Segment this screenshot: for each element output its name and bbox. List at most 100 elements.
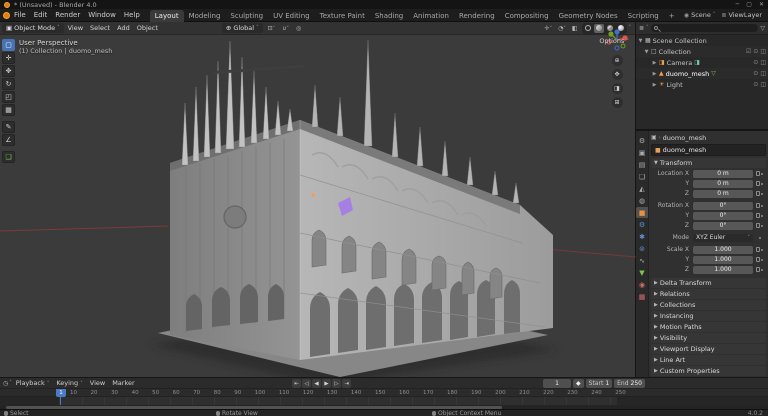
panel-line-art[interactable]: ▶Line Art (651, 355, 766, 365)
rotation-x-field[interactable]: 0° (693, 202, 753, 210)
perspective-toggle-icon[interactable]: ⊞ (612, 97, 623, 108)
output-tab-icon[interactable]: ▤ (636, 159, 648, 170)
object-name-field[interactable]: ■ duomo_mesh (651, 144, 766, 156)
timeline-menu-playback[interactable]: Playback ˅ (13, 379, 53, 387)
disclosure-icon[interactable]: ▶ (652, 82, 657, 88)
animate-dot-icon[interactable] (761, 215, 763, 217)
panel-delta-transform[interactable]: ▶Delta Transform (651, 278, 766, 288)
object-data-tab-icon[interactable]: ▼ (636, 267, 648, 278)
next-keyframe-button[interactable]: ▷ (332, 379, 341, 388)
timeline-track-area[interactable] (0, 397, 768, 405)
tab-uv-editing[interactable]: UV Editing (268, 10, 315, 22)
camera-view-icon[interactable]: ◨ (612, 83, 623, 94)
lock-icon[interactable] (756, 267, 760, 272)
play-button[interactable]: ▶ (322, 379, 331, 388)
particles-tab-icon[interactable]: ✱ (636, 231, 648, 242)
lock-icon[interactable] (756, 213, 760, 218)
jump-to-start-button[interactable]: ⇤ (292, 379, 301, 388)
add-cube-tool[interactable]: ❑ (2, 151, 15, 163)
scale-y-field[interactable]: 1.000 (693, 256, 753, 264)
disclosure-icon[interactable]: ▶ (652, 60, 657, 66)
frame-start-field[interactable]: Start1 (586, 379, 613, 388)
select-box-tool[interactable]: ▢ (2, 39, 15, 51)
close-button[interactable]: ✕ (759, 1, 764, 8)
show-overlays-toggle[interactable]: ◔˅ (556, 24, 568, 33)
scene-tab-icon[interactable]: ◭ (636, 183, 648, 194)
outliner-row-scene-collection[interactable]: ▼ ▦ Scene Collection (636, 35, 768, 46)
scale-x-field[interactable]: 1.000 (693, 246, 753, 254)
rotate-tool[interactable]: ↻ (2, 78, 15, 90)
scale-z-field[interactable]: 1.000 (693, 266, 753, 274)
tool-options-dropdown[interactable]: Options ˅ (599, 37, 629, 45)
hide-eye-icon[interactable]: ⊙ (753, 81, 758, 88)
tab-add-workspace[interactable]: + (664, 10, 680, 22)
minimize-button[interactable]: ─ (736, 1, 740, 8)
disclosure-icon[interactable]: ▼ (638, 38, 643, 44)
menu-file[interactable]: File (10, 10, 30, 20)
animate-dot-icon[interactable] (761, 183, 763, 185)
outliner-row-duomo-mesh[interactable]: ▶ ▲ duomo_mesh ▽ ⊙ ◫ (636, 68, 768, 79)
animate-dot-icon[interactable] (761, 205, 763, 207)
outliner-editor-icon[interactable]: ≣ (639, 25, 644, 32)
viewport-menu-object[interactable]: Object (134, 23, 161, 33)
menu-render[interactable]: Render (51, 10, 84, 20)
view-layer-selector[interactable]: ≣ ViewLayer (721, 11, 762, 19)
animate-dot-icon[interactable] (761, 269, 763, 271)
menu-help[interactable]: Help (120, 10, 144, 20)
shading-wireframe-button[interactable] (583, 24, 593, 33)
shading-solid-button[interactable] (594, 24, 604, 33)
jump-to-end-button[interactable]: ⇥ (342, 379, 351, 388)
location-z-field[interactable]: 0 m (693, 190, 753, 198)
animate-dot-icon[interactable] (761, 173, 763, 175)
playhead[interactable]: 1 (56, 389, 66, 397)
lock-icon[interactable] (756, 171, 760, 176)
tab-texture-paint[interactable]: Texture Paint (315, 10, 370, 22)
tab-sculpting[interactable]: Sculpting (225, 10, 268, 22)
panel-relations[interactable]: ▶Relations (651, 289, 766, 299)
panel-custom-properties[interactable]: ▶Custom Properties (651, 366, 766, 376)
tool-tab-icon[interactable]: ⚙ (636, 135, 648, 146)
transform-panel-header[interactable]: ▼ Transform (651, 158, 766, 168)
animate-dot-icon[interactable] (759, 237, 761, 239)
transform-orientation-selector[interactable]: ⊕ Global ˅ (222, 23, 263, 33)
object-tab-icon[interactable]: ■ (636, 207, 648, 218)
lock-icon[interactable] (756, 181, 760, 186)
lock-icon[interactable] (756, 223, 760, 228)
animate-dot-icon[interactable] (761, 225, 763, 227)
hide-eye-icon[interactable]: ⊙ (753, 48, 758, 55)
tab-compositing[interactable]: Compositing (500, 10, 554, 22)
tab-rendering[interactable]: Rendering (454, 10, 500, 22)
tab-animation[interactable]: Animation (408, 10, 454, 22)
disable-render-icon[interactable]: ◫ (760, 48, 766, 55)
lock-icon[interactable] (756, 257, 760, 262)
panel-collections[interactable]: ▶Collections (651, 300, 766, 310)
timeline-ruler[interactable]: 1020304050607080901001101201301401501601… (0, 389, 768, 397)
outliner-search-input[interactable] (651, 24, 759, 32)
modifiers-tab-icon[interactable]: ⚙ (636, 219, 648, 230)
zoom-icon[interactable]: ⊕ (612, 55, 623, 66)
hide-eye-icon[interactable]: ⊙ (753, 70, 758, 77)
pan-hand-icon[interactable]: ✥ (612, 69, 623, 80)
duomo-model[interactable] (158, 40, 553, 377)
measure-tool[interactable]: ∠ (2, 134, 15, 146)
world-tab-icon[interactable]: ◍ (636, 195, 648, 206)
location-y-field[interactable]: 0 m (693, 180, 753, 188)
scale-tool[interactable]: ◰ (2, 91, 15, 103)
view-layer-tab-icon[interactable]: ❏ (636, 171, 648, 182)
viewport-menu-view[interactable]: View (65, 23, 86, 33)
lock-icon[interactable] (756, 191, 760, 196)
animate-dot-icon[interactable] (761, 259, 763, 261)
render-tab-icon[interactable]: ▣ (636, 147, 648, 158)
viewport-menu-add[interactable]: Add (114, 23, 133, 33)
tab-scripting[interactable]: Scripting (623, 10, 664, 22)
disclosure-icon[interactable]: ▶ (652, 71, 657, 77)
outliner-row-collection[interactable]: ▼ □ Collection ☑ ⊙ ◫ (636, 46, 768, 57)
tab-shading[interactable]: Shading (370, 10, 408, 22)
animate-dot-icon[interactable] (761, 193, 763, 195)
disable-render-icon[interactable]: ◫ (760, 81, 766, 88)
outliner-row-light[interactable]: ▶ ☀ Light ⊙ ◫ (636, 79, 768, 90)
menu-window[interactable]: Window (84, 10, 120, 20)
texture-tab-icon[interactable]: ▦ (636, 291, 648, 302)
material-tab-icon[interactable]: ◉ (636, 279, 648, 290)
physics-tab-icon[interactable]: ⊚ (636, 243, 648, 254)
